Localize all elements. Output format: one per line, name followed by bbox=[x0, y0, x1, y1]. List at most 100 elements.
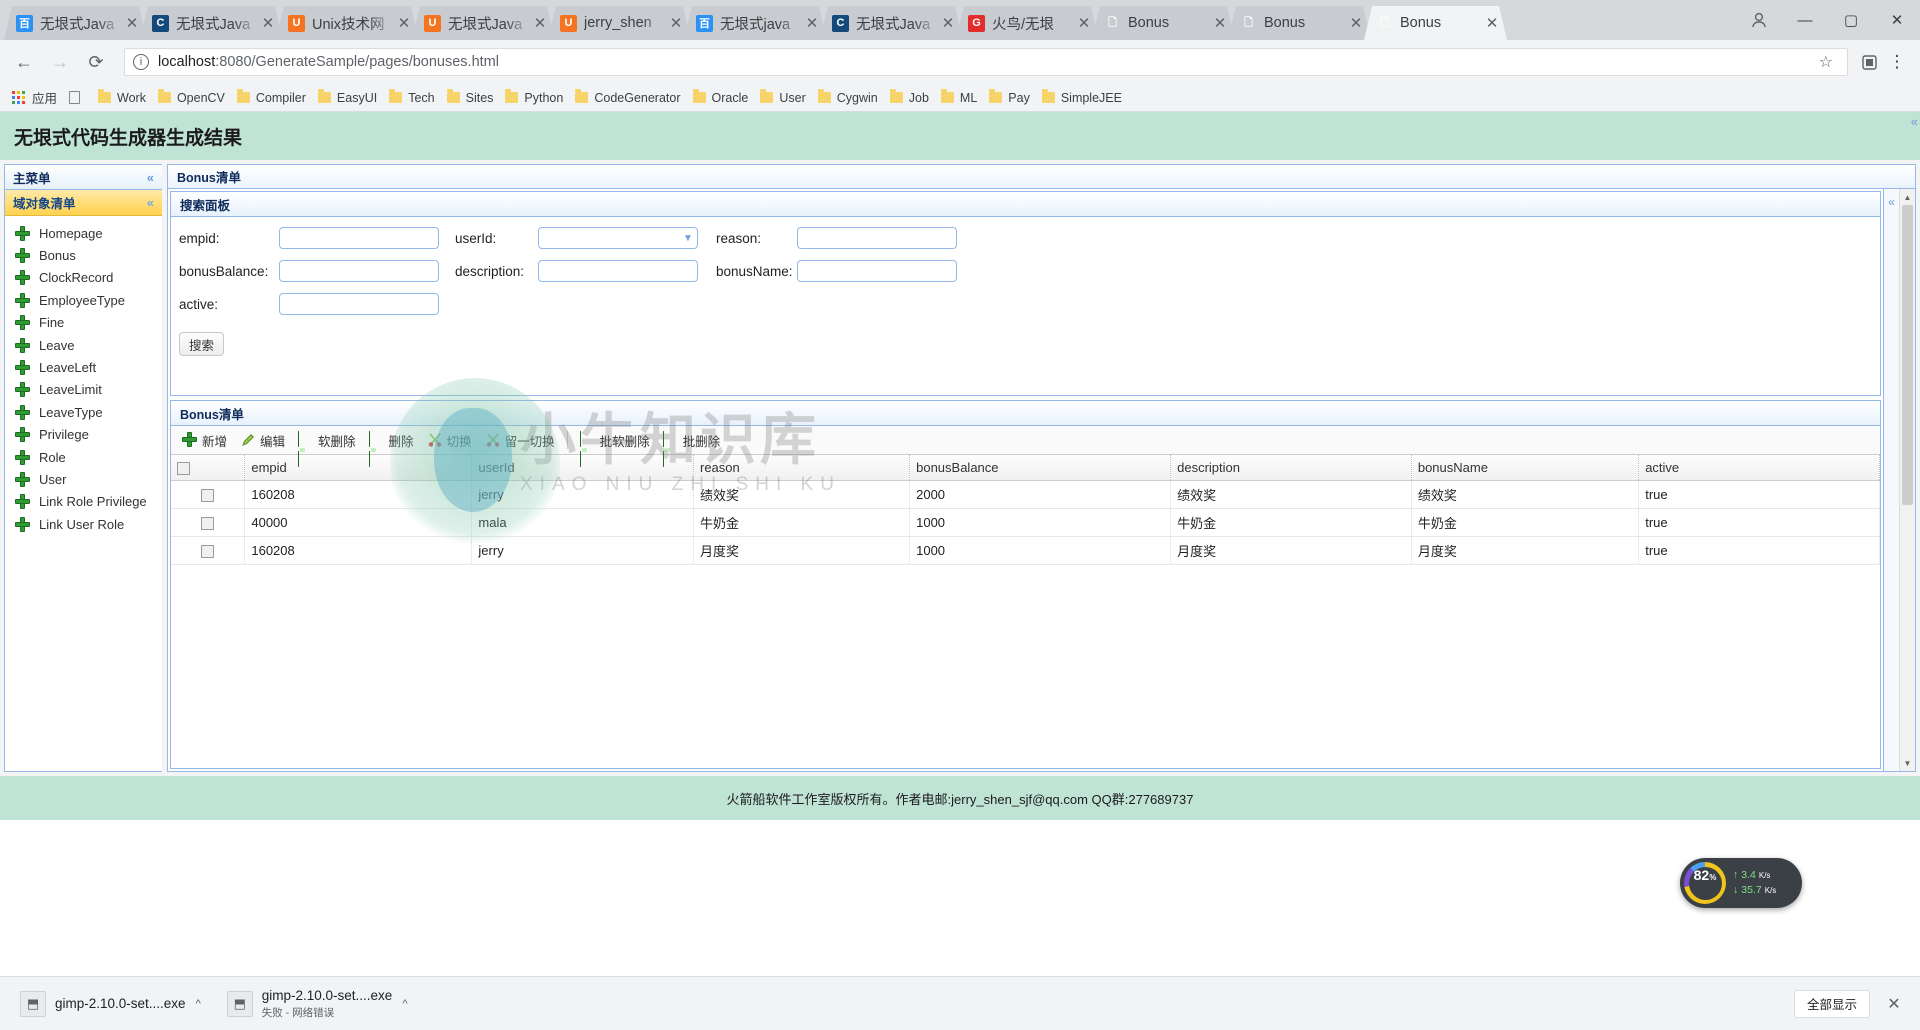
download-item[interactable]: ⬒ gimp-2.10.0-set....exe ^ bbox=[12, 984, 205, 1024]
minimize-button[interactable]: — bbox=[1782, 0, 1828, 40]
scroll-down-icon[interactable]: ▼ bbox=[1900, 755, 1915, 771]
chrome-menu-icon[interactable]: ⋮ bbox=[1882, 47, 1912, 77]
description-input[interactable] bbox=[538, 260, 698, 282]
sidebar-item-leavelimit[interactable]: LeaveLimit bbox=[9, 379, 162, 401]
browser-tab[interactable]: 百 无垠式java ✕ bbox=[684, 6, 827, 40]
bookmark-item[interactable]: Compiler bbox=[231, 87, 312, 109]
sidebar-item-leave[interactable]: Leave bbox=[9, 334, 162, 356]
sidebar-item-user[interactable]: User bbox=[9, 468, 162, 490]
browser-tab[interactable]: 🗋 Bonus ✕ bbox=[1228, 6, 1371, 40]
column-header-empid[interactable]: empid bbox=[244, 455, 473, 481]
reload-icon[interactable]: ⟳ bbox=[80, 46, 112, 78]
show-all-downloads-button[interactable]: 全部显示 bbox=[1793, 989, 1870, 1018]
sidebar-item-privilege[interactable]: Privilege bbox=[9, 424, 162, 446]
accordion-header-domain-objects[interactable]: 域对象清单 « bbox=[5, 190, 162, 216]
select-all-checkbox[interactable] bbox=[177, 461, 190, 475]
sidebar-item-leaveleft[interactable]: LeaveLeft bbox=[9, 356, 162, 378]
row-select-cell[interactable] bbox=[171, 508, 246, 537]
bookmark-item[interactable]: Python bbox=[499, 87, 569, 109]
add-button[interactable]: 新增 bbox=[177, 429, 232, 451]
browser-tab[interactable]: C 无垠式Java ✕ bbox=[820, 6, 963, 40]
column-header-bonusname[interactable]: bonusName bbox=[1411, 455, 1640, 481]
page-expand-right-icon[interactable]: « bbox=[1911, 114, 1918, 129]
close-icon[interactable]: ✕ bbox=[667, 16, 685, 31]
collapse-right-icon[interactable]: « bbox=[1888, 195, 1895, 771]
row-checkbox[interactable] bbox=[201, 516, 215, 530]
row-select-cell[interactable] bbox=[171, 536, 246, 565]
bookmark-star-icon[interactable]: ☆ bbox=[1813, 52, 1839, 72]
bonusname-input[interactable] bbox=[797, 260, 957, 282]
bookmark-item[interactable]: Job bbox=[884, 87, 935, 109]
close-icon[interactable]: ✕ bbox=[803, 16, 821, 31]
browser-tab[interactable]: G 火鸟/无垠 ✕ bbox=[956, 6, 1099, 40]
bookmark-item[interactable]: SimpleJEE bbox=[1036, 87, 1128, 109]
table-row[interactable]: 160208 jerry 绩效奖 2000 绩效奖 绩效奖 true bbox=[171, 480, 1880, 509]
bookmark-item[interactable]: Work bbox=[92, 87, 152, 109]
sidebar-item-leavetype[interactable]: LeaveType bbox=[9, 401, 162, 423]
browser-tab[interactable]: U Unix技术网 ✕ bbox=[276, 6, 419, 40]
page-vertical-scrollbar[interactable]: ▲ ▼ bbox=[1899, 189, 1915, 771]
sidebar-item-employeetype[interactable]: EmployeeType bbox=[9, 289, 162, 311]
close-icon[interactable]: ✕ bbox=[1075, 16, 1093, 31]
east-panel-collapsed[interactable]: « bbox=[1883, 189, 1899, 771]
window-close-button[interactable]: ✕ bbox=[1874, 0, 1920, 40]
close-shelf-icon[interactable]: ✕ bbox=[1880, 990, 1908, 1018]
sidebar-item-link-role-privilege[interactable]: Link Role Privilege bbox=[9, 491, 162, 513]
bookmark-item[interactable] bbox=[63, 87, 92, 109]
sidebar-item-homepage[interactable]: Homepage bbox=[9, 222, 162, 244]
browser-tab[interactable]: U 无垠式Java ✕ bbox=[412, 6, 555, 40]
site-info-icon[interactable]: i bbox=[133, 54, 149, 70]
active-input[interactable] bbox=[279, 293, 439, 315]
soft-delete-button[interactable]: 软删除 bbox=[293, 429, 361, 467]
delete-button[interactable]: 删除 bbox=[364, 429, 419, 467]
sidebar-item-bonus[interactable]: Bonus bbox=[9, 244, 162, 266]
row-checkbox[interactable] bbox=[201, 488, 215, 502]
search-button[interactable]: 搜索 bbox=[179, 332, 225, 356]
bookmark-item[interactable]: Oracle bbox=[687, 87, 755, 109]
bookmark-item[interactable]: Cygwin bbox=[812, 87, 884, 109]
bookmark-item[interactable]: Sites bbox=[441, 87, 500, 109]
sidebar-item-role[interactable]: Role bbox=[9, 446, 162, 468]
userid-combobox[interactable]: ▼ bbox=[538, 227, 698, 249]
row-checkbox[interactable] bbox=[201, 544, 215, 558]
column-header-reason[interactable]: reason bbox=[693, 455, 911, 481]
table-row[interactable]: 160208 jerry 月度奖 1000 月度奖 月度奖 true bbox=[171, 536, 1880, 565]
browser-tab[interactable]: 🗋 Bonus ✕ bbox=[1092, 6, 1235, 40]
scrollbar-thumb[interactable] bbox=[1902, 205, 1913, 505]
browser-tab[interactable]: 百 无垠式Java ✕ bbox=[4, 6, 147, 40]
back-icon[interactable]: ← bbox=[8, 46, 40, 78]
chevron-up-icon[interactable]: ^ bbox=[402, 998, 407, 1010]
close-icon[interactable]: ✕ bbox=[1483, 16, 1501, 31]
bonusbalance-input[interactable] bbox=[279, 260, 439, 282]
bookmark-item[interactable]: Tech bbox=[383, 87, 440, 109]
chevron-down-icon[interactable]: ▼ bbox=[679, 233, 697, 244]
download-item[interactable]: ⬒ gimp-2.10.0-set....exe 失败 - 网络错误 ^ bbox=[219, 984, 412, 1024]
browser-tab[interactable]: U jerry_shen ✕ bbox=[548, 6, 691, 40]
chevron-up-icon[interactable]: « bbox=[147, 195, 154, 210]
reason-input[interactable] bbox=[797, 227, 957, 249]
network-monitor-widget[interactable]: 82% ↑ 3.4 K/s ↓ 35.7 K/s bbox=[1680, 858, 1802, 908]
collapse-left-icon[interactable]: « bbox=[147, 170, 154, 185]
close-icon[interactable]: ✕ bbox=[395, 16, 413, 31]
browser-tab[interactable]: C 无垠式Java ✕ bbox=[140, 6, 283, 40]
row-select-cell[interactable] bbox=[171, 480, 246, 509]
apps-shortcut[interactable]: 应用 bbox=[6, 87, 63, 109]
bookmark-item[interactable]: ML bbox=[935, 87, 983, 109]
table-row[interactable]: 40000 mala 牛奶金 1000 牛奶金 牛奶金 true bbox=[171, 508, 1880, 537]
bookmark-item[interactable]: User bbox=[754, 87, 811, 109]
chevron-up-icon[interactable]: ^ bbox=[196, 998, 201, 1010]
keep-one-toggle-button[interactable]: 留一切换 bbox=[480, 429, 560, 451]
edit-button[interactable]: 编辑 bbox=[235, 429, 290, 451]
extension-icon[interactable] bbox=[1856, 49, 1882, 75]
bookmark-item[interactable]: EasyUI bbox=[312, 87, 383, 109]
close-icon[interactable]: ✕ bbox=[939, 16, 957, 31]
sidebar-item-link-user-role[interactable]: Link User Role bbox=[9, 513, 162, 535]
scrollbar-track[interactable] bbox=[1900, 205, 1915, 755]
column-header-userid[interactable]: userId bbox=[471, 455, 694, 481]
bookmark-item[interactable]: OpenCV bbox=[152, 87, 231, 109]
scroll-up-icon[interactable]: ▲ bbox=[1900, 189, 1915, 205]
close-icon[interactable]: ✕ bbox=[1211, 16, 1229, 31]
close-icon[interactable]: ✕ bbox=[259, 16, 277, 31]
sidebar-item-clockrecord[interactable]: ClockRecord bbox=[9, 267, 162, 289]
close-icon[interactable]: ✕ bbox=[123, 16, 141, 31]
